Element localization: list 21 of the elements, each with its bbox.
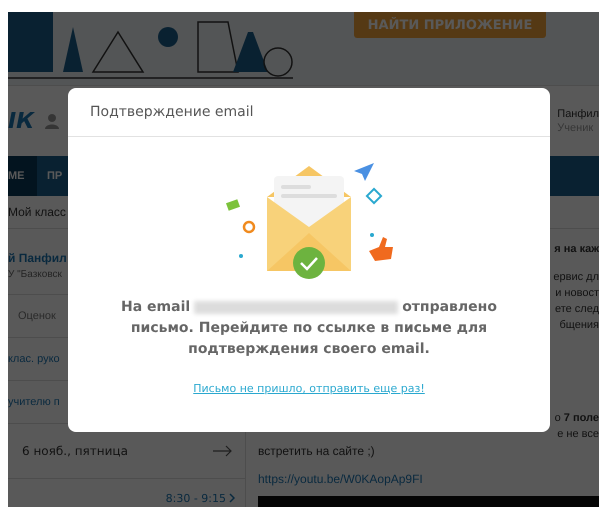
post-text: ервис дл — [553, 271, 599, 285]
date-label: 6 нояб., пятница — [22, 444, 128, 458]
post-text: е не все — [557, 428, 599, 442]
nav-tab[interactable]: МЕ — [8, 156, 37, 196]
user-icon[interactable] — [44, 113, 60, 129]
confirmation-message: На email отправлено письмо. Перейдите по ссылке в письме для подтверждения своего email. — [120, 298, 498, 359]
post-text: встретить на сайте ;) — [258, 444, 375, 458]
resend-link[interactable]: Письмо не пришло, отправить еще раз! — [193, 382, 425, 395]
dialog-title: Подтверждение email — [90, 104, 254, 120]
post-text: ете след — [554, 303, 599, 317]
lesson-time[interactable]: 8:30 - 9:15 — [166, 492, 226, 504]
user-name[interactable]: Панфил — [557, 108, 599, 120]
post-text: я на каж — [554, 243, 599, 257]
post-text: о 7 поле — [554, 412, 599, 426]
video-link[interactable]: https://youtu.be/W0KAopAp9FI — [258, 472, 423, 486]
post-text: бщения — [559, 319, 599, 333]
post-text: и новост — [555, 287, 599, 301]
chevron-right-icon[interactable] — [229, 493, 235, 503]
find-app-button[interactable]: НАЙТИ ПРИЛОЖЕНИЕ — [354, 12, 546, 38]
logo[interactable]: ІК — [8, 108, 34, 134]
arrow-right-icon[interactable] — [213, 445, 233, 457]
